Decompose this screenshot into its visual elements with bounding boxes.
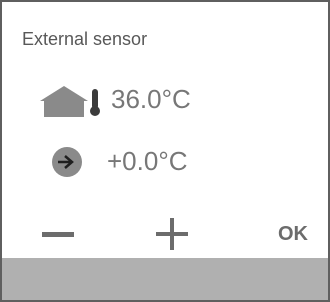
temperature-value: 36.0°C [111,84,191,114]
home-thermometer-icon [40,86,100,117]
ok-button[interactable]: OK [268,214,318,254]
screen-title: External sensor [22,29,148,49]
minus-icon [42,232,74,237]
minus-button[interactable] [38,214,78,254]
sensor-panel: External sensor 36.0°C +0.0°C OK [0,0,330,302]
offset-value: +0.0°C [107,146,188,176]
bottom-bar [2,258,328,300]
plus-icon [156,218,188,250]
arrow-right-circle-icon [52,147,82,177]
plus-button[interactable] [152,214,192,254]
